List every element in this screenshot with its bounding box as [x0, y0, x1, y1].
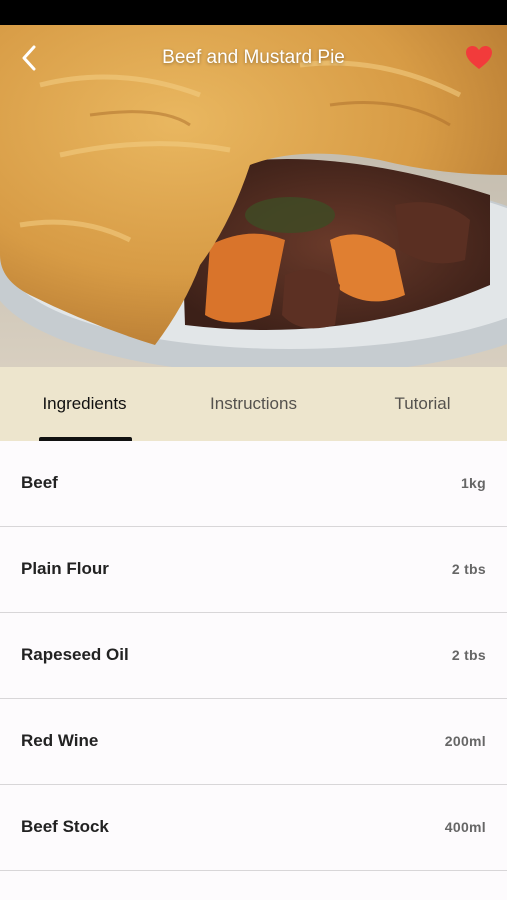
list-item: Beef 1kg [0, 441, 507, 527]
ingredient-quantity: 1kg [460, 475, 486, 491]
list-item: Rapeseed Oil 2 tbs [0, 613, 507, 699]
list-item: Red Wine 200ml [0, 699, 507, 785]
navigation-bar: Beef and Mustard Pie [0, 25, 507, 95]
ingredient-name: Beef Stock [21, 817, 109, 836]
status-bar [0, 0, 507, 25]
tab-instructions[interactable]: Instructions [169, 367, 338, 441]
favorite-button[interactable] [461, 42, 497, 78]
ingredient-quantity: 2 tbs [451, 561, 486, 577]
heart-icon [465, 45, 493, 76]
ingredients-list: Beef 1kg Plain Flour 2 tbs Rapeseed Oil … [0, 441, 507, 871]
tab-label: Tutorial [394, 394, 451, 413]
chevron-left-icon [20, 45, 38, 76]
page-title: Beef and Mustard Pie [162, 47, 345, 68]
ingredient-quantity: 2 tbs [451, 647, 486, 663]
ingredient-name: Plain Flour [21, 559, 109, 578]
recipe-tabs: Ingredients Instructions Tutorial [0, 367, 507, 441]
ingredient-quantity: 200ml [444, 733, 486, 749]
back-button[interactable] [12, 43, 46, 77]
tab-ingredients[interactable]: Ingredients [0, 367, 169, 441]
ingredient-name: Red Wine [21, 731, 99, 750]
ingredient-name: Beef [21, 473, 58, 492]
ingredient-name: Rapeseed Oil [21, 645, 129, 664]
tab-label: Instructions [210, 394, 297, 413]
ingredient-quantity: 400ml [444, 819, 486, 835]
list-item: Plain Flour 2 tbs [0, 527, 507, 613]
tab-label: Ingredients [42, 394, 127, 413]
list-item: Beef Stock 400ml [0, 785, 507, 871]
tab-tutorial[interactable]: Tutorial [338, 367, 507, 441]
